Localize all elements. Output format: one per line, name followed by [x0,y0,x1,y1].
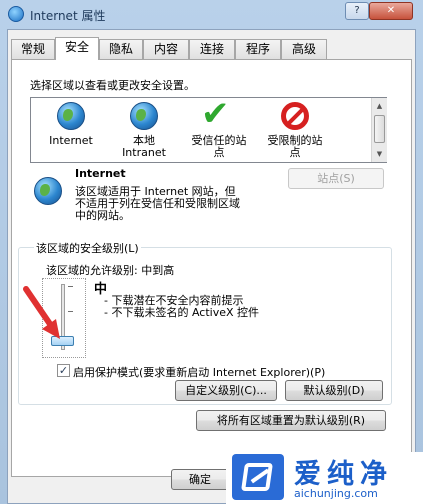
window-title: Internet 属性 [30,9,106,23]
protected-mode-checkbox[interactable]: ✓ [57,364,70,377]
tab-privacy[interactable]: 隐私 [99,39,143,59]
restricted-icon [281,102,309,130]
tab-connections[interactable]: 连接 [189,39,235,59]
tab-advanced[interactable]: 高级 [281,39,327,59]
slider-tick [68,286,73,287]
selected-zone-globe-icon [34,177,62,205]
ok-button[interactable]: 确定 [171,469,229,490]
zone-list: Internet 本地 Intranet ✔ 受信任的站点 受限制的站点 ▲ ▼ [30,94,387,163]
zone-list-scrollbar[interactable]: ▲ ▼ [371,98,387,162]
zone-instruction: 选择区域以查看或更改安全设置。 [30,79,195,92]
watermark-brand: 爱纯净 [294,459,393,490]
zone-restricted-label: 受限制的站点 [267,134,323,159]
help-button[interactable]: ? [345,2,369,20]
selected-zone-name: Internet [75,167,126,180]
internet-properties-window: Internet 属性 ? ✕ 常规 安全 隐私 内容 连接 程序 高级 选择区… [0,0,423,504]
tab-security[interactable]: 安全 [55,37,99,60]
globe-icon [57,102,85,130]
protected-mode-label[interactable]: 启用保护模式(要求重新启动 Internet Explorer)(P) [73,364,325,380]
security-level-description: - 下载潜在不安全内容前提示 - 不下载未签名的 ActiveX 控件 [104,294,260,319]
tab-content[interactable]: 内容 [143,39,189,59]
title-bar[interactable]: Internet 属性 ? ✕ [0,0,423,28]
tab-general[interactable]: 常规 [11,39,55,59]
zone-trusted-label: 受信任的站点 [191,134,247,159]
zone-intranet-label: 本地 Intranet [122,134,166,159]
scroll-down-icon[interactable]: ▼ [373,148,386,160]
zone-internet-label: Internet [49,134,93,147]
reset-all-zones-button[interactable]: 将所有区域重置为默认级别(R) [196,410,386,431]
scroll-thumb[interactable] [374,115,385,143]
security-level-group-label: 该区域的安全级别(L) [34,240,141,256]
slider-tick [68,311,73,312]
sites-button[interactable]: 站点(S) [288,168,384,189]
default-level-button[interactable]: 默认级别(D) [285,380,383,401]
selected-zone-description: 该区域适用于 Internet 网站，但 不适用于列在受信任和受限制区域 中的网… [75,185,240,222]
ie-app-icon [8,6,24,22]
custom-level-button[interactable]: 自定义级别(C)... [175,380,277,401]
allowed-levels-text: 该区域的允许级别: 中到高 [46,264,175,277]
scroll-up-icon[interactable]: ▲ [373,100,386,112]
trusted-check-icon: ✔ [201,94,230,134]
watermark-url: aichunjing.com [294,487,378,500]
close-button[interactable]: ✕ [369,2,413,20]
red-arrow-annotation-icon [23,286,60,339]
tab-programs[interactable]: 程序 [235,39,281,59]
watermark-logo-icon [232,454,284,500]
intranet-icon [130,102,158,130]
